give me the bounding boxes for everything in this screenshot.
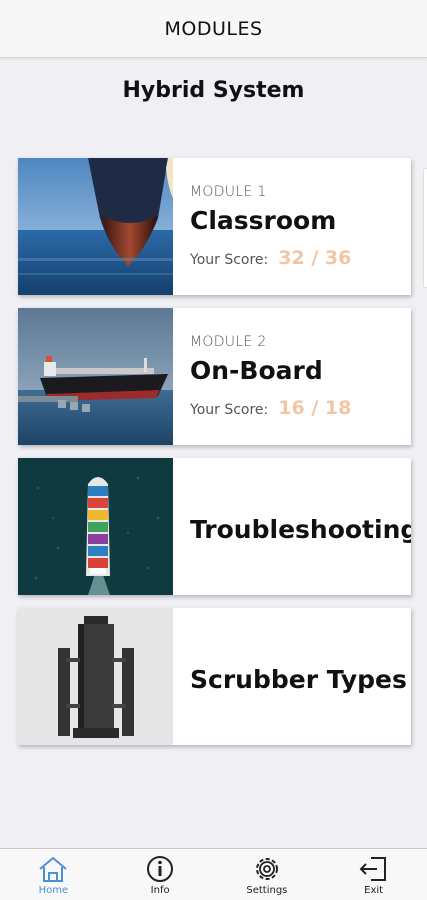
score-label: Your Score:	[190, 402, 269, 418]
tab-settings[interactable]: Settings	[214, 849, 321, 900]
module-number: MODULE 2	[190, 334, 267, 350]
score-row: Your Score: 32 / 36	[190, 247, 411, 269]
container-ship-image	[18, 458, 173, 595]
score-row: Your Score: 16 / 18	[190, 397, 411, 419]
scrubber-unit-image	[18, 608, 173, 745]
section-title: Hybrid System	[122, 78, 305, 103]
module-title: Scrubber Types	[190, 665, 407, 694]
module-title: On-Board	[190, 356, 323, 385]
module-card-scrubber-types[interactable]: Scrubber Types	[18, 608, 411, 745]
tanker-ship-image	[18, 308, 173, 445]
module-number: MODULE 1	[190, 184, 267, 200]
module-card-troubleshooting[interactable]: Troubleshooting	[18, 458, 411, 595]
home-icon	[39, 856, 68, 882]
top-bar: MODULES	[0, 0, 427, 58]
tab-exit[interactable]: Exit	[320, 849, 427, 900]
score-label: Your Score:	[190, 252, 269, 268]
tab-label: Settings	[246, 885, 288, 896]
module-title: Troubleshooting	[190, 515, 411, 544]
gear-icon	[255, 858, 278, 880]
page-title: MODULES	[164, 17, 263, 40]
tab-label: Exit	[364, 885, 384, 896]
bottom-tab-bar: Home Info Settings Exit	[0, 848, 427, 900]
score-value: 32 / 36	[278, 247, 352, 269]
module-title: Classroom	[190, 206, 337, 235]
tab-label: Info	[150, 885, 170, 896]
score-value: 16 / 18	[278, 397, 352, 419]
exit-icon	[359, 857, 386, 881]
side-drawer-handle[interactable]	[423, 168, 427, 288]
module-card-classroom[interactable]: MODULE 1 Classroom Your Score: 32 / 36	[18, 158, 411, 295]
module-card-on-board[interactable]: MODULE 2 On-Board Your Score: 16 / 18	[18, 308, 411, 445]
tab-info[interactable]: Info	[107, 849, 214, 900]
info-icon	[147, 856, 174, 882]
tab-home[interactable]: Home	[0, 849, 107, 900]
ship-bow-image	[18, 158, 173, 295]
tab-label: Home	[38, 885, 69, 896]
